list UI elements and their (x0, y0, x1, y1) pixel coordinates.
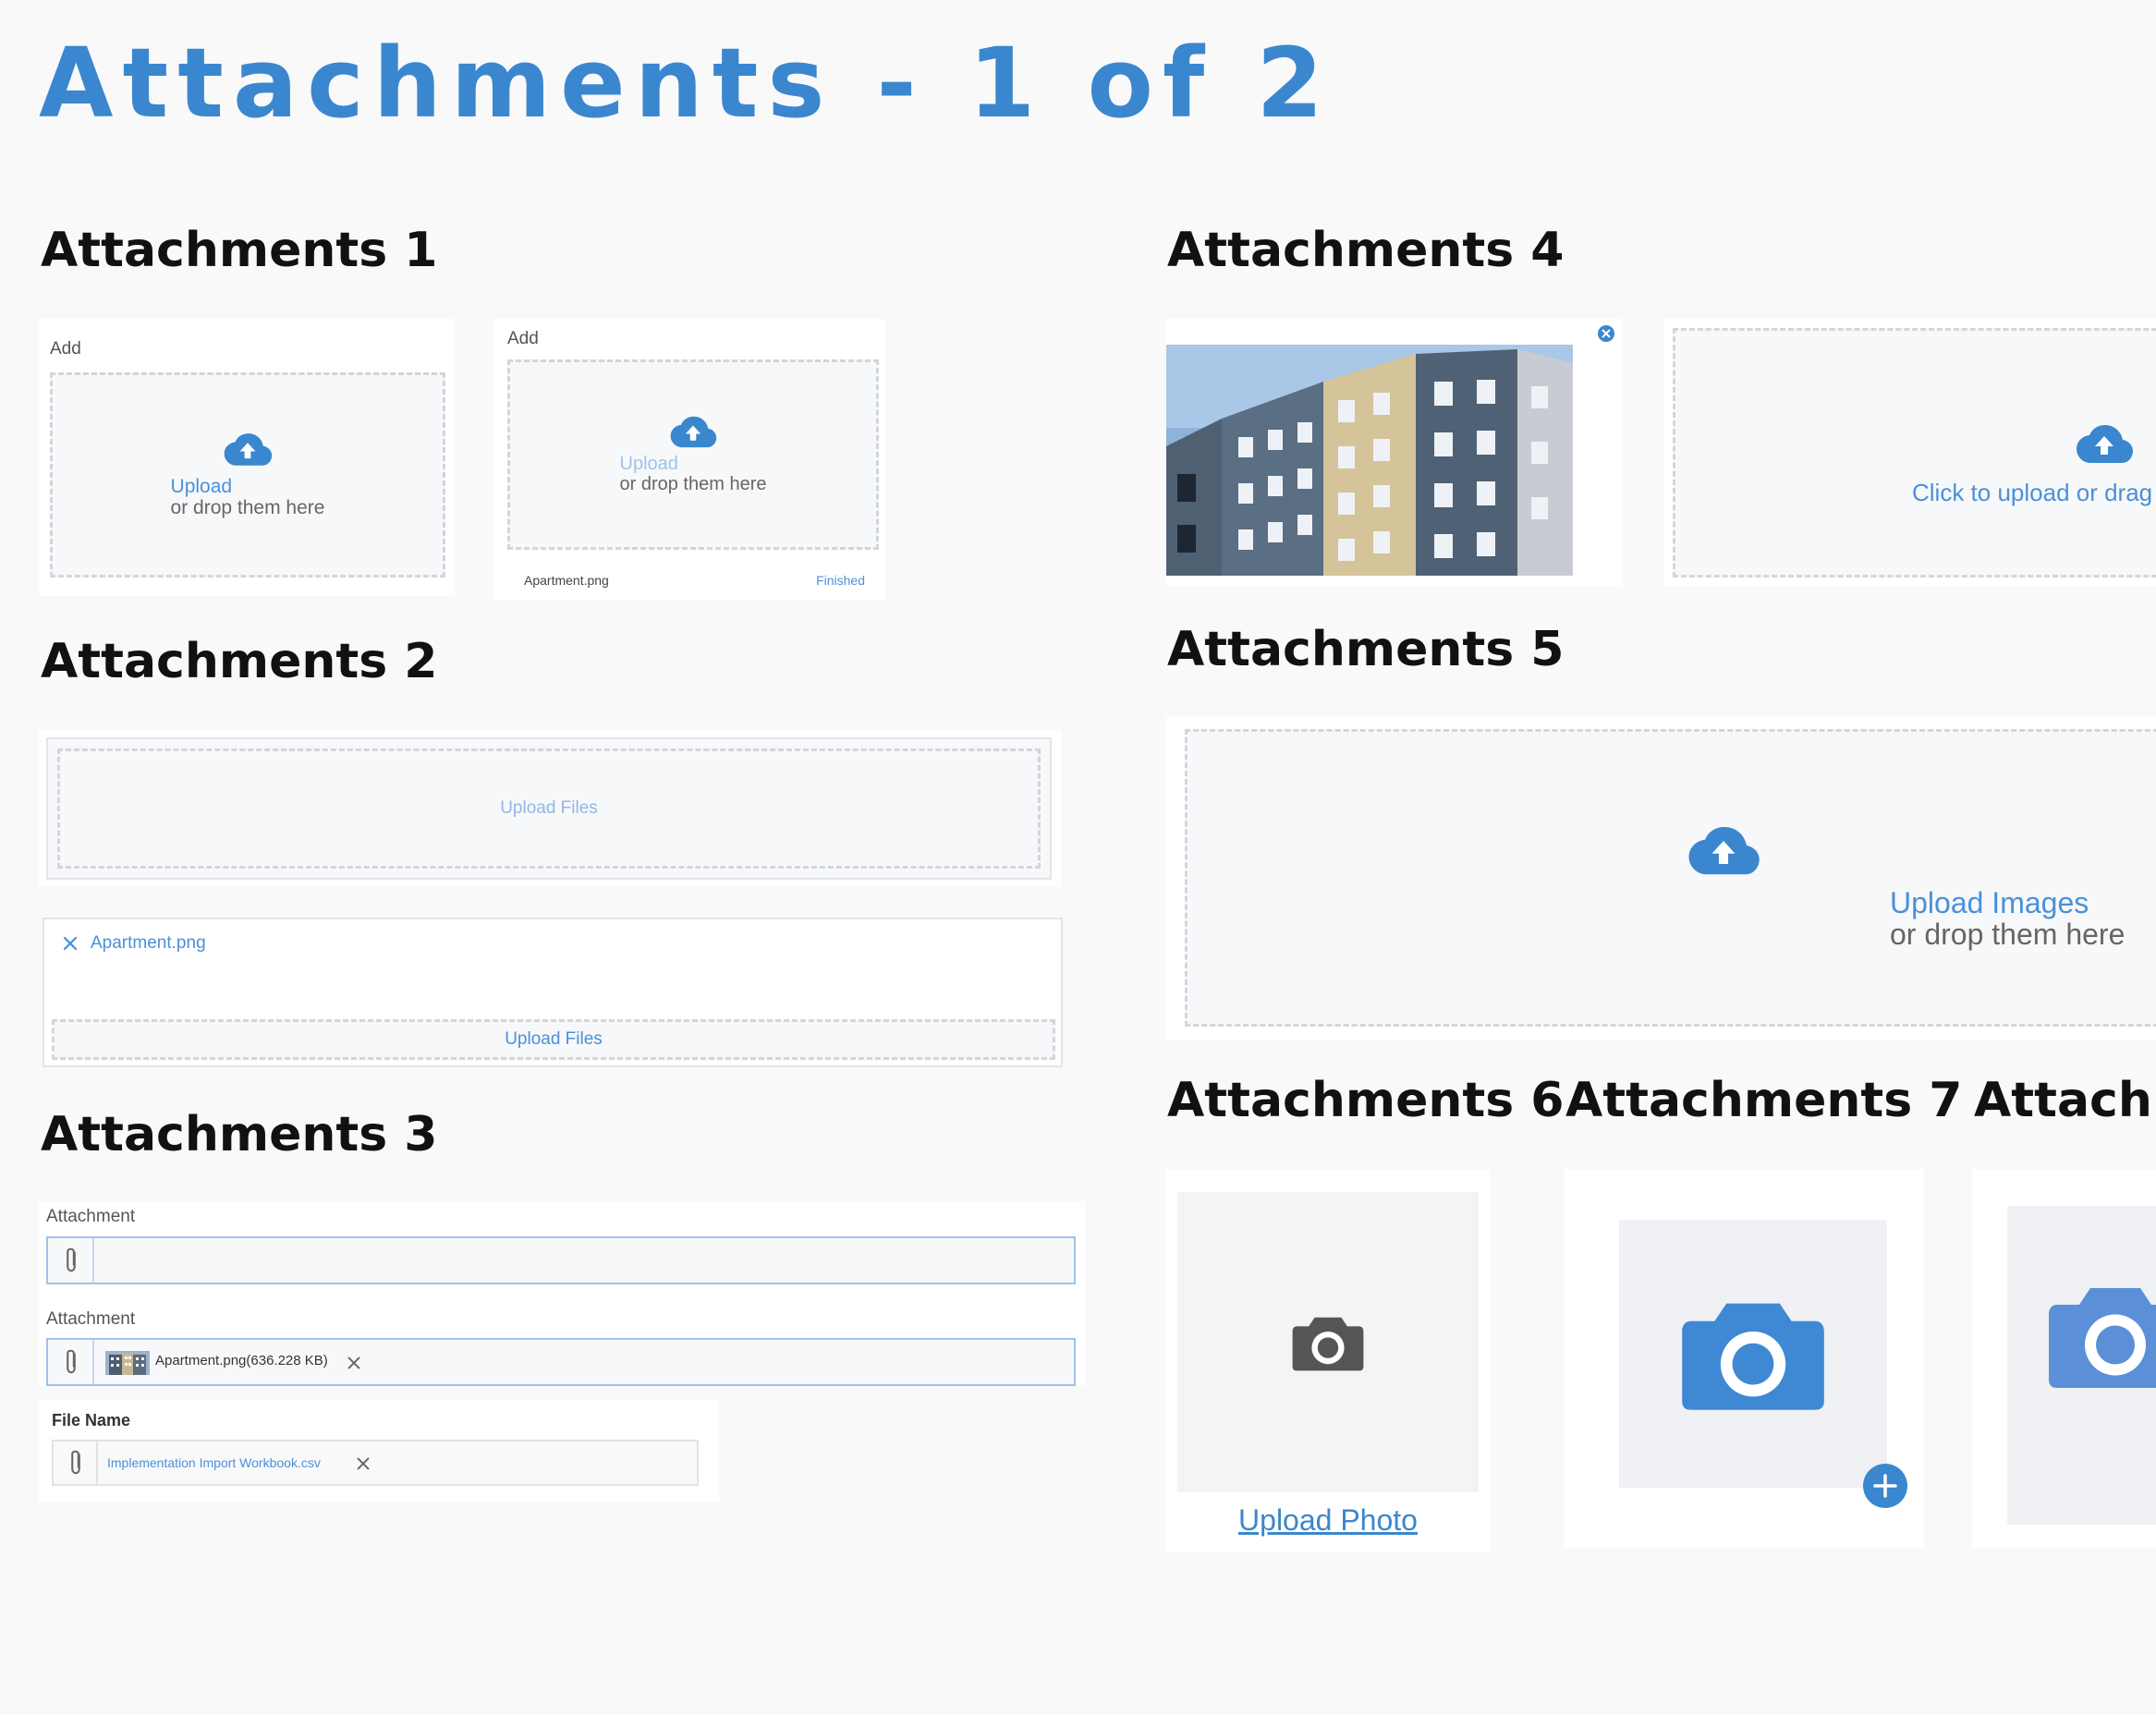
upload-dropzone[interactable]: Upload or drop them here (50, 372, 445, 578)
file-thumbnail-icon (105, 1351, 150, 1375)
photo-placeholder[interactable] (1619, 1220, 1887, 1488)
apartment-photo-thumbnail[interactable] (1166, 345, 1573, 576)
add-label: Add (507, 329, 539, 348)
paperclip-icon[interactable] (67, 1448, 85, 1478)
section-heading-attachments-6: Attachments 6 (1167, 1073, 1565, 1128)
close-icon[interactable] (346, 1355, 362, 1371)
section-heading-attachments-2: Attachments 2 (41, 634, 438, 689)
close-icon[interactable] (355, 1455, 372, 1472)
click-upload-dropzone[interactable]: Click to upload or drag a (1673, 328, 2156, 578)
attachments-1-widget-a: Add Upload or drop them here (39, 319, 455, 596)
attachment-input-filled[interactable]: Apartment.png(636.228 KB) (46, 1338, 1076, 1386)
attachments-4-dropzone-card: Click to upload or drag a (1663, 319, 2156, 587)
upload-images-link[interactable]: Upload Images (1890, 887, 2125, 918)
file-name-label: File Name (52, 1411, 131, 1429)
attached-file-text: Apartment.png(636.228 KB) (155, 1353, 328, 1368)
attachment-input[interactable] (46, 1236, 1076, 1284)
drop-hint-text: or drop them here (1890, 918, 2126, 951)
upload-dropzone[interactable]: Upload or drop them here (507, 359, 879, 550)
cloud-upload-icon (1687, 824, 1760, 876)
upload-link[interactable]: Upload (620, 454, 767, 474)
upload-files-text[interactable]: Upload Files (505, 1029, 603, 1050)
section-heading-attachments-8: Attachn (1974, 1073, 2156, 1128)
uploaded-file-name: Apartment.png (524, 573, 609, 588)
cloud-upload-icon (2075, 423, 2134, 464)
close-icon[interactable] (61, 934, 79, 953)
close-circle-icon[interactable] (1597, 324, 1615, 343)
section-heading-attachments-4: Attachments 4 (1167, 223, 1565, 278)
click-upload-text[interactable]: Click to upload or drag a (1912, 479, 2156, 507)
attached-file-name: Apartment.png (91, 933, 206, 953)
section-heading-attachments-5: Attachments 5 (1167, 622, 1565, 677)
plus-icon[interactable] (1862, 1463, 1908, 1509)
upload-files-dropzone[interactable]: Upload Files (52, 1019, 1055, 1060)
camera-icon (2046, 1275, 2156, 1395)
cloud-upload-icon (223, 432, 273, 467)
attachments-3-fields: Attachment Attachment Apartment.png(636.… (39, 1201, 1085, 1386)
attachments-8-card (1972, 1169, 2156, 1548)
section-heading-attachments-1: Attachments 1 (41, 223, 438, 278)
attachments-2-widget-b: Apartment.png Upload Files (43, 918, 1063, 1067)
paperclip-icon[interactable] (62, 1246, 80, 1275)
attachment-label: Attachment (46, 1207, 136, 1226)
upload-status: Finished (816, 573, 865, 588)
section-heading-attachments-7: Attachments 7 (1565, 1073, 1963, 1128)
upload-images-dropzone[interactable]: Upload Images or drop them here (1185, 729, 2156, 1027)
add-label: Add (50, 339, 81, 359)
drop-hint-text: or drop them here (619, 474, 767, 494)
drop-hint-text: or drop them here (170, 497, 325, 518)
camera-icon (1291, 1312, 1365, 1373)
attachments-1-widget-b: Add Upload or drop them here Apartment.p… (493, 319, 885, 601)
attachments-3-file-name-field: File Name Implementation Import Workbook… (39, 1400, 719, 1502)
attachments-2-widget-a: Upload Files (39, 730, 1061, 887)
upload-files-dropzone[interactable]: Upload Files (57, 748, 1041, 869)
page-title: Attachments - 1 of 2 (39, 27, 1333, 140)
upload-files-text[interactable]: Upload Files (500, 798, 598, 819)
camera-icon (1679, 1287, 1827, 1420)
upload-photo-link[interactable]: Upload Photo (1166, 1503, 1490, 1538)
file-name-input[interactable]: Implementation Import Workbook.csv (52, 1440, 699, 1486)
attachments-6-card: Upload Photo (1166, 1169, 1490, 1552)
attachments-5-card: Upload Images or drop them here (1166, 716, 2156, 1040)
cloud-upload-icon (669, 415, 717, 448)
attachments-4-thumbnail-card (1166, 319, 1623, 587)
paperclip-icon[interactable] (62, 1347, 80, 1377)
photo-placeholder[interactable] (1177, 1192, 1479, 1492)
attachments-7-card (1564, 1169, 1924, 1548)
photo-placeholder[interactable] (2007, 1206, 2156, 1525)
attached-file-text: Implementation Import Workbook.csv (107, 1455, 321, 1470)
upload-link[interactable]: Upload (171, 476, 325, 497)
section-heading-attachments-3: Attachments 3 (41, 1107, 438, 1162)
attachment-label: Attachment (46, 1309, 136, 1329)
